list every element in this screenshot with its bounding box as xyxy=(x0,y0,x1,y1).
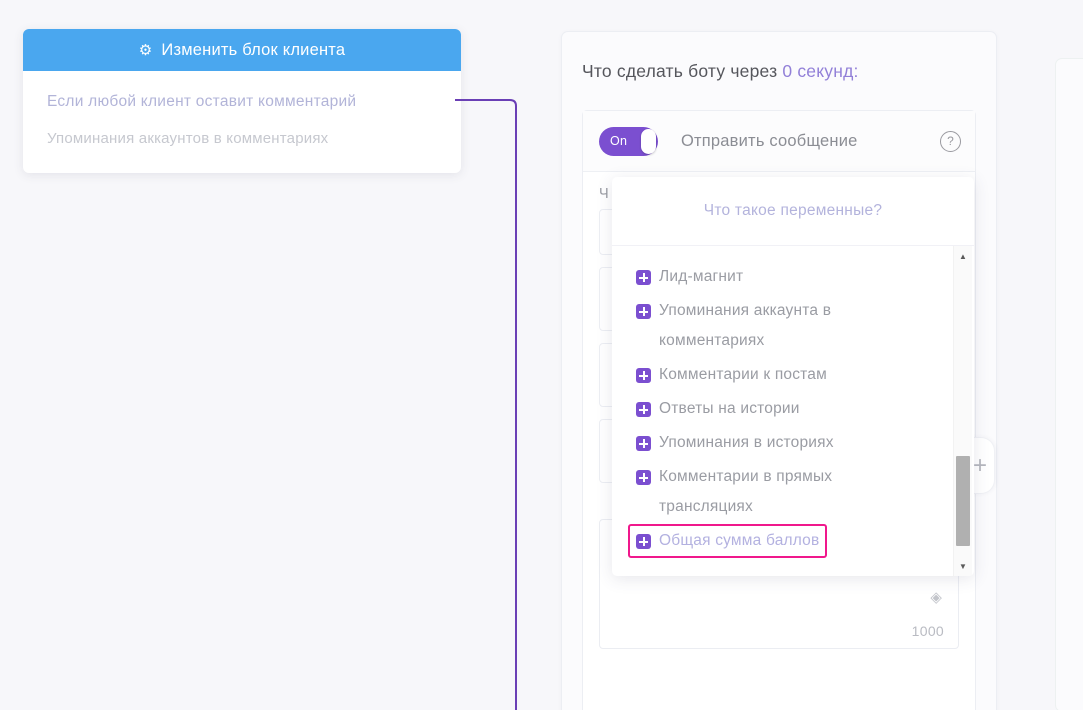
variables-popup-header: Что такое переменные? xyxy=(612,177,974,246)
image-icon[interactable]: ◈ xyxy=(930,590,942,605)
variable-item-label: Комментарии к постам xyxy=(659,366,827,383)
plus-icon xyxy=(636,368,651,383)
clipped-list-item xyxy=(632,246,944,260)
action-title-prefix: Что сделать боту через xyxy=(582,61,778,81)
client-block-header[interactable]: ⚙ Изменить блок клиента xyxy=(23,29,461,71)
client-detail-text: Упоминания аккаунтов в комментариях xyxy=(47,130,329,147)
action-header-row: On Отправить сообщение ? xyxy=(583,111,975,172)
action-type-label: Отправить сообщение xyxy=(681,131,858,150)
variable-item-label: Ответы на истории xyxy=(659,400,800,417)
plus-icon xyxy=(636,402,651,417)
variable-item[interactable]: Комментарии в прямых трансляциях xyxy=(632,460,944,524)
variable-item[interactable]: Ответы на истории xyxy=(632,392,944,426)
question-mark-icon[interactable]: ? xyxy=(940,130,961,152)
plus-icon xyxy=(636,304,651,319)
app-canvas: ⚙ Изменить блок клиента Если любой клиен… xyxy=(0,0,1083,710)
variable-item-label: Лид-магнит xyxy=(659,268,744,285)
variables-list: Лид-магнит Упоминания аккаунта в коммента… xyxy=(612,246,944,576)
flow-connector xyxy=(455,99,517,710)
what-are-variables-link[interactable]: Что такое переменные? xyxy=(704,202,883,220)
caret-up-icon[interactable]: ▲ xyxy=(954,248,972,264)
variable-item-label: Упоминания аккаунта в комментариях xyxy=(659,302,832,349)
variable-item-label: Комментарии в прямых трансляциях xyxy=(659,468,833,515)
next-block-card-partial[interactable] xyxy=(1055,58,1083,710)
action-enable-toggle[interactable]: On xyxy=(599,126,658,156)
plus-icon xyxy=(636,534,651,549)
character-limit-counter: 1000 xyxy=(911,623,944,639)
client-condition-text: Если любой клиент оставит комментарий xyxy=(47,93,357,110)
variable-item[interactable]: Упоминания в историях xyxy=(632,426,944,460)
toggle-knob xyxy=(641,128,656,154)
caret-down-icon[interactable]: ▼ xyxy=(954,558,972,574)
variables-scrollbar[interactable]: ▲ ▼ xyxy=(953,246,972,576)
variables-list-wrap: Лид-магнит Упоминания аккаунта в коммента… xyxy=(612,246,974,576)
action-card-title: Что сделать боту через 0 секунд: xyxy=(582,61,859,82)
variable-item-selected[interactable]: Общая сумма баллов xyxy=(628,524,828,558)
gear-icon: ⚙ xyxy=(138,41,153,59)
variable-item[interactable]: Упоминания аккаунта в комментариях xyxy=(632,294,944,358)
action-title-delay: 0 секунд: xyxy=(782,61,859,81)
plus-icon: + xyxy=(972,451,987,479)
variables-popup: Что такое переменные? Лид-магнит Упоминан… xyxy=(612,177,974,576)
variable-item[interactable]: Лид-магнит xyxy=(632,260,944,294)
scrollbar-thumb[interactable] xyxy=(956,456,970,546)
plus-icon xyxy=(636,270,651,285)
toggle-state-label: On xyxy=(610,134,628,148)
client-block-card[interactable]: ⚙ Изменить блок клиента Если любой клиен… xyxy=(23,29,461,173)
plus-icon xyxy=(636,470,651,485)
variable-item-label: Общая сумма баллов xyxy=(659,532,820,549)
client-block-title: Изменить блок клиента xyxy=(161,40,346,59)
client-block-body: Если любой клиент оставит комментарий Уп… xyxy=(23,71,461,173)
variable-item-label: Упоминания в историях xyxy=(659,434,834,451)
variable-item[interactable]: Комментарии к постам xyxy=(632,358,944,392)
plus-icon xyxy=(636,436,651,451)
